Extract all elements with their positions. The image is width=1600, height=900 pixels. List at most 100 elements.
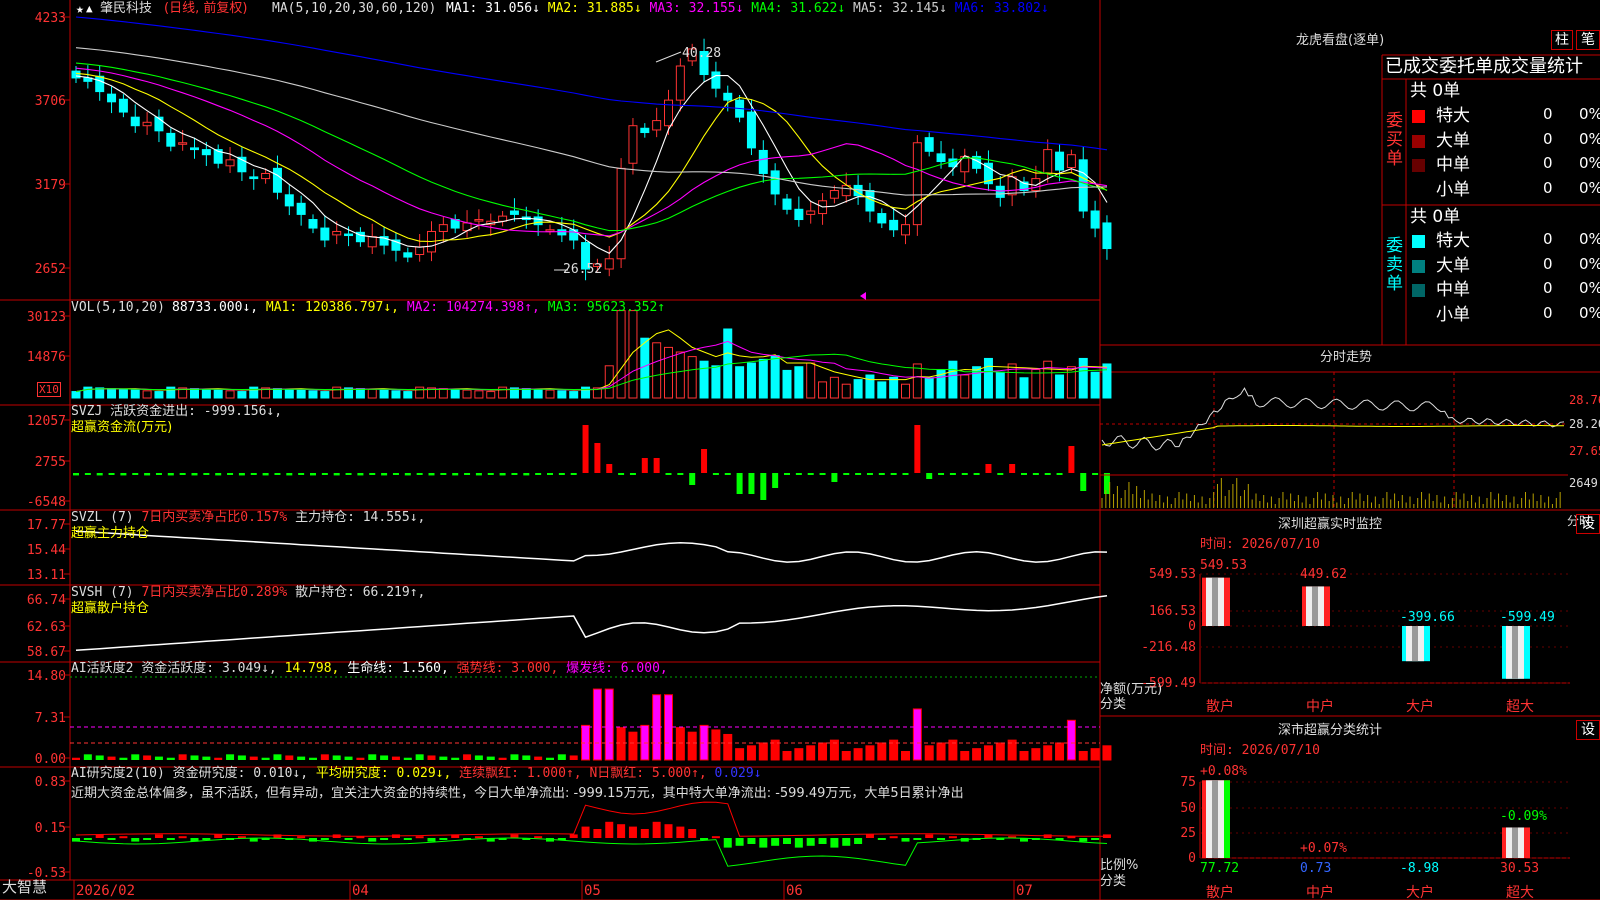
ai-active-bar <box>841 750 851 761</box>
volume-series <box>71 310 1112 399</box>
order-row-pct: 0% <box>1579 279 1600 297</box>
ai-active-bar <box>463 754 472 760</box>
volume-bar <box>746 362 756 399</box>
chart-canvas: 4233 3706 3179 2652 30123 14876 12057 2755 -6548… <box>0 0 1600 900</box>
order-row-pct: 0% <box>1579 178 1600 197</box>
ai-research-header-item: 连续飘红: 1.000↑, <box>459 766 590 781</box>
ai-research-bar <box>854 838 863 844</box>
y-tick-label: 12057 <box>27 414 66 429</box>
sz-monitor-bar-shade <box>1412 626 1418 662</box>
ai-active-bar <box>735 748 745 761</box>
candle-body <box>320 227 330 241</box>
ai-active-bar <box>356 757 365 760</box>
ai-active-bar <box>237 755 246 760</box>
order-row-pct: 0% <box>1579 154 1600 172</box>
y-tick-label: 13.11 <box>27 568 66 583</box>
ai-active-bar <box>368 754 377 760</box>
ai-research-bar <box>214 834 223 838</box>
ai-research-bar <box>925 834 934 838</box>
svzj-bar <box>689 473 696 485</box>
chart-mode[interactable]: (日线, 前复权) <box>164 1 247 16</box>
ai-active-bar <box>983 745 993 761</box>
candle-body <box>664 99 673 127</box>
candle-body <box>474 219 484 222</box>
volume-bar <box>1102 363 1112 399</box>
svsh-prefix: SVSH (7) <box>71 585 142 600</box>
ai-research-bar <box>865 834 874 838</box>
volume-bar <box>806 362 816 399</box>
volume-bar <box>901 383 910 399</box>
volume-bar <box>296 389 306 399</box>
svzj-bar <box>914 425 921 473</box>
candle-body <box>569 229 579 241</box>
ai-research-header-item: 0.029↓ <box>714 766 762 781</box>
ai-active-bar <box>972 748 982 761</box>
ai-research-bar <box>581 826 590 838</box>
volume-bar <box>711 365 721 399</box>
candle-body <box>652 120 662 131</box>
svzj-bar <box>724 473 731 475</box>
volume-bar <box>166 386 176 399</box>
ai-active-bar <box>380 755 389 760</box>
svzj-bar <box>487 473 494 475</box>
ai-active-bar <box>675 727 685 761</box>
ai-active-bar <box>344 756 353 760</box>
ai-research-bar <box>344 838 353 840</box>
tab-stroke[interactable]: 笔 <box>1576 30 1600 50</box>
volume-bar <box>569 391 579 399</box>
y-tick-label: -6548 <box>27 495 66 510</box>
candle-body <box>107 93 117 103</box>
volume-bar <box>687 356 697 399</box>
ai-active-bar <box>83 754 92 760</box>
high-pointer-line <box>655 51 682 63</box>
candle-body <box>1102 222 1112 250</box>
volume-bar <box>107 388 117 399</box>
svzj-bar <box>795 473 802 475</box>
svzj-bar <box>594 443 601 473</box>
sz-class-set-button[interactable]: 设 <box>1576 720 1600 740</box>
candle-body <box>284 194 294 207</box>
svsh-line2: 超赢散户持仓 <box>71 601 150 616</box>
sz-class-bar-shade <box>1512 827 1518 858</box>
ai-comment: 近期大资金总体偏多，虽不活跃，但有异动，宜关注大资金的持续性，今日大单净流出: … <box>71 786 964 801</box>
candle-body <box>308 219 318 229</box>
candle-body <box>296 202 306 215</box>
ai-active-bar <box>1019 750 1029 761</box>
svzj-bar <box>286 473 293 476</box>
ai-active-bar <box>687 731 697 761</box>
candle-body <box>782 198 792 210</box>
sz-monitor-set-button[interactable]: 设 <box>1576 514 1600 534</box>
ai-active-header-item: 强势线: 3.000, <box>456 661 567 676</box>
ai-research-bar <box>676 826 685 838</box>
volume-bar <box>1043 360 1053 399</box>
star-icon[interactable]: ★ <box>76 2 84 17</box>
ai-research-bar <box>1091 838 1100 840</box>
tab-column[interactable]: 柱 <box>1551 30 1573 50</box>
svzl-prefix: SVZL (7) <box>71 510 142 525</box>
candle-body <box>142 121 152 127</box>
ma-values-item: MA2: 31.885↓ <box>547 1 650 16</box>
candle-body <box>403 252 413 258</box>
svzj-bar <box>227 473 234 475</box>
intraday-avg-line <box>1101 425 1564 446</box>
svzj-bar <box>1021 473 1027 475</box>
ai-research-bar <box>415 836 424 839</box>
order-row-pct: 0% <box>1579 129 1600 148</box>
triangle-icon[interactable]: ▲ <box>86 1 93 16</box>
ai-active-bar <box>569 755 578 760</box>
order-row-name: 大单 <box>1436 255 1470 276</box>
ai-active-bar <box>604 688 614 761</box>
volume-bar <box>71 391 81 399</box>
order-row-pct: 0% <box>1579 105 1600 123</box>
svzj-bar <box>132 473 139 475</box>
svzj-bar <box>1068 446 1075 473</box>
ai-research-bar <box>534 836 543 839</box>
candle-body <box>557 229 567 236</box>
volume-bar <box>201 388 211 399</box>
ai-research-bar <box>83 838 92 840</box>
ai-research-bar <box>806 838 815 846</box>
svzj-bar <box>392 473 399 475</box>
volume-bar <box>628 310 638 399</box>
ai-active-bar <box>510 754 519 760</box>
sz-monitor-value-label: -399.66 <box>1400 610 1455 625</box>
